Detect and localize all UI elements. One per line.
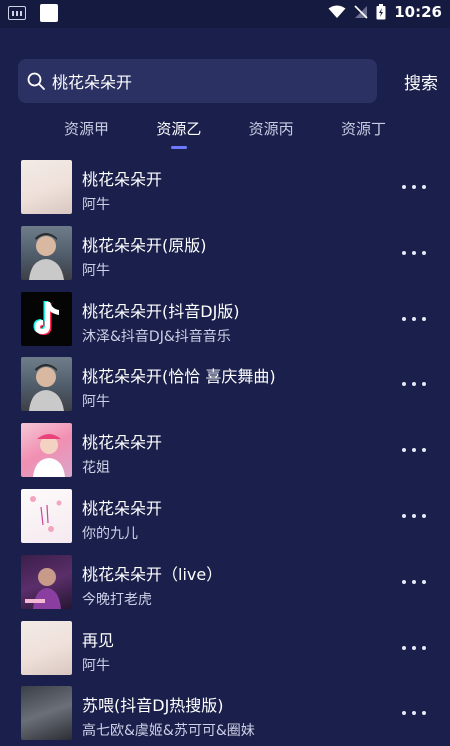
song-title: 再见 [82, 630, 115, 650]
song-title: 苏喂(抖音DJ热搜版) [82, 696, 224, 716]
search-icon [27, 72, 45, 90]
search-box[interactable] [18, 59, 377, 103]
more-options-icon[interactable] [402, 443, 426, 457]
song-artist: 高七欧&虞姬&苏可可&圈妹 [82, 723, 255, 740]
album-cover [21, 357, 72, 412]
status-bar: 10:26 [0, 0, 450, 28]
no-signal-icon [354, 5, 368, 19]
tab-source-b[interactable]: 资源乙 [152, 116, 205, 152]
song-artist: 今晚打老虎 [82, 591, 152, 608]
more-options-icon[interactable] [402, 377, 426, 391]
more-options-icon[interactable] [402, 509, 426, 523]
more-options-icon[interactable] [402, 180, 426, 194]
tab-label: 资源丙 [248, 120, 294, 138]
more-options-icon[interactable] [402, 575, 426, 589]
song-artist: 沐泽&抖音DJ&抖音音乐 [82, 328, 231, 345]
album-cover [21, 291, 72, 346]
song-row[interactable]: 桃花朵朵开 花姐 [0, 417, 450, 483]
more-options-icon[interactable] [402, 246, 426, 260]
album-cover [21, 160, 72, 214]
song-artist: 阿牛 [82, 197, 110, 213]
tab-source-d[interactable]: 资源丁 [337, 116, 390, 152]
status-time: 10:26 [394, 3, 442, 21]
song-row[interactable]: 桃花朵朵开(原版) 阿牛 [0, 220, 450, 286]
battery-icon [376, 4, 386, 20]
keyboard-icon [8, 6, 26, 20]
wifi-icon [328, 5, 346, 18]
album-cover [21, 225, 72, 280]
album-cover [21, 488, 72, 543]
tab-label: 资源丁 [340, 120, 386, 138]
tiktok-logo-icon [33, 300, 59, 335]
song-title: 桃花朵朵开 [82, 498, 163, 518]
song-title: 桃花朵朵开 [82, 433, 163, 453]
tab-active-indicator [170, 146, 187, 149]
search-row: 搜索 [18, 59, 438, 103]
song-title: 桃花朵朵开(原版) [82, 235, 207, 255]
song-row[interactable]: 苏喂(抖音DJ热搜版) 高七欧&虞姬&苏可可&圈妹 [0, 680, 450, 746]
song-row[interactable]: 桃花朵朵开 阿牛 [0, 154, 450, 220]
song-row[interactable]: 桃花朵朵开 你的九儿 [0, 483, 450, 549]
more-options-icon[interactable] [402, 312, 426, 326]
song-title: 桃花朵朵开(恰恰 喜庆舞曲) [82, 367, 276, 387]
song-title: 桃花朵朵开（live） [82, 564, 223, 584]
song-title: 桃花朵朵开 [82, 170, 163, 189]
search-button[interactable]: 搜索 [404, 69, 438, 94]
album-cover [21, 686, 72, 741]
song-artist: 你的九儿 [82, 525, 138, 542]
song-artist: 阿牛 [82, 657, 110, 674]
tab-source-a[interactable]: 资源甲 [60, 116, 113, 152]
more-options-icon[interactable] [402, 641, 426, 655]
song-row[interactable]: 桃花朵朵开（live） 今晚打老虎 [0, 549, 450, 615]
album-cover [21, 423, 72, 478]
song-list: 桃花朵朵开 阿牛 桃花朵朵开(原版) 阿牛 桃花朵朵开(抖音DJ版) 沐泽&抖音… [0, 154, 450, 746]
song-artist: 阿牛 [82, 262, 110, 279]
song-row[interactable]: 再见 阿牛 [0, 615, 450, 681]
search-input[interactable] [52, 59, 352, 103]
tab-source-c[interactable]: 资源丙 [245, 116, 298, 152]
album-cover [21, 620, 72, 675]
notification-icon [40, 4, 58, 22]
tab-label: 资源甲 [64, 120, 110, 138]
song-row[interactable]: 桃花朵朵开(抖音DJ版) 沐泽&抖音DJ&抖音音乐 [0, 286, 450, 352]
song-artist: 花姐 [82, 460, 110, 477]
album-cover [21, 554, 72, 609]
song-row[interactable]: 桃花朵朵开(恰恰 喜庆舞曲) 阿牛 [0, 351, 450, 417]
tab-label: 资源乙 [156, 120, 202, 138]
source-tabs: 资源甲 资源乙 资源丙 资源丁 [60, 116, 390, 152]
song-title: 桃花朵朵开(抖音DJ版) [82, 301, 240, 321]
song-artist: 阿牛 [82, 394, 110, 411]
more-options-icon[interactable] [402, 706, 426, 720]
